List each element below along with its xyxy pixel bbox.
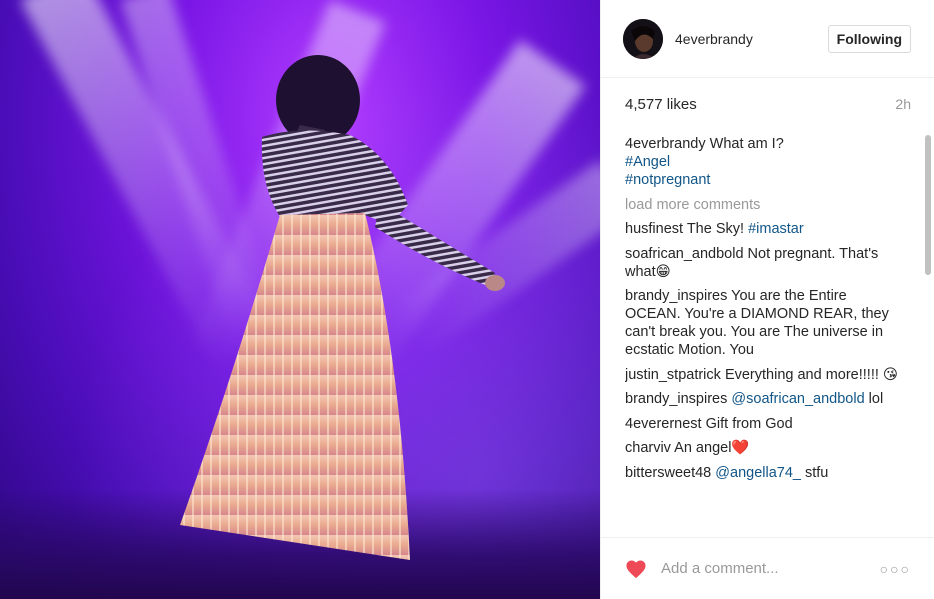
performer-figure: [180, 55, 505, 560]
heart-icon[interactable]: [625, 559, 647, 579]
mention-link[interactable]: @angella74_: [715, 465, 801, 481]
comment: 4everernest Gift from God: [625, 415, 924, 433]
comment-username[interactable]: husfinest: [625, 221, 683, 237]
comment: bittersweet48 @angella74_ stfu: [625, 464, 924, 482]
caption-text: What am I?: [709, 136, 784, 152]
comment-username[interactable]: charviv: [625, 440, 671, 456]
comment-text: Everything and more!!!!! 😘: [724, 366, 899, 383]
post-meta: 4,577 likes 2h: [601, 78, 934, 130]
following-button[interactable]: Following: [827, 24, 911, 53]
post-photo[interactable]: [0, 0, 600, 599]
post-username[interactable]: 4everbrandy: [675, 31, 828, 47]
comment-username[interactable]: justin_stpatrick: [625, 367, 721, 383]
comment-text: An angel❤️: [674, 440, 750, 456]
load-more-comments-link[interactable]: load more comments: [625, 196, 924, 214]
comment: husfinest The Sky! #imastar: [625, 220, 924, 238]
comment-username[interactable]: brandy_inspires: [625, 391, 727, 407]
hashtag[interactable]: #imastar: [748, 221, 804, 237]
comment: brandy_inspires @soafrican_andbold lol: [625, 390, 924, 408]
hashtag[interactable]: #Angel: [625, 154, 670, 170]
likes-count[interactable]: 4,577 likes: [625, 96, 697, 113]
comment: charviv An angel❤️: [625, 439, 924, 457]
post-sidebar: 4everbrandy Following 4,577 likes 2h 4ev…: [600, 0, 934, 599]
comment-text: The Sky!: [686, 221, 745, 237]
comment-username[interactable]: 4everernest: [625, 416, 702, 432]
comment-username[interactable]: brandy_inspires: [625, 288, 727, 304]
comment-username[interactable]: bittersweet48: [625, 465, 711, 481]
caption: 4everbrandy What am I? #Angel #notpregna…: [625, 135, 924, 189]
avatar[interactable]: [623, 18, 663, 59]
comments-scrollbar[interactable]: [925, 135, 931, 531]
more-options-icon[interactable]: ○○○: [880, 561, 911, 577]
avatar-image: [623, 18, 663, 59]
comment-footer: ○○○: [601, 537, 934, 599]
post-time[interactable]: 2h: [895, 96, 911, 112]
hashtag[interactable]: #notpregnant: [625, 172, 710, 188]
comments-list[interactable]: 4everbrandy What am I? #Angel #notpregna…: [625, 135, 924, 531]
comment-text: lol: [868, 391, 884, 407]
comment: soafrican_andbold Not pregnant. That's w…: [625, 245, 924, 281]
post-header: 4everbrandy Following: [601, 0, 934, 78]
comment-text: stfu: [805, 464, 829, 481]
comment: justin_stpatrick Everything and more!!!!…: [625, 366, 924, 384]
mention-link[interactable]: @soafrican_andbold: [731, 391, 864, 407]
instagram-post: 4everbrandy Following 4,577 likes 2h 4ev…: [0, 0, 934, 599]
comment-username[interactable]: soafrican_andbold: [625, 246, 744, 262]
caption-username[interactable]: 4everbrandy: [625, 136, 706, 152]
comment: brandy_inspires You are the Entire OCEAN…: [625, 287, 924, 359]
comment-text: Gift from God: [705, 415, 793, 432]
scrollbar-thumb[interactable]: [925, 135, 931, 275]
add-comment-input[interactable]: [661, 560, 880, 577]
